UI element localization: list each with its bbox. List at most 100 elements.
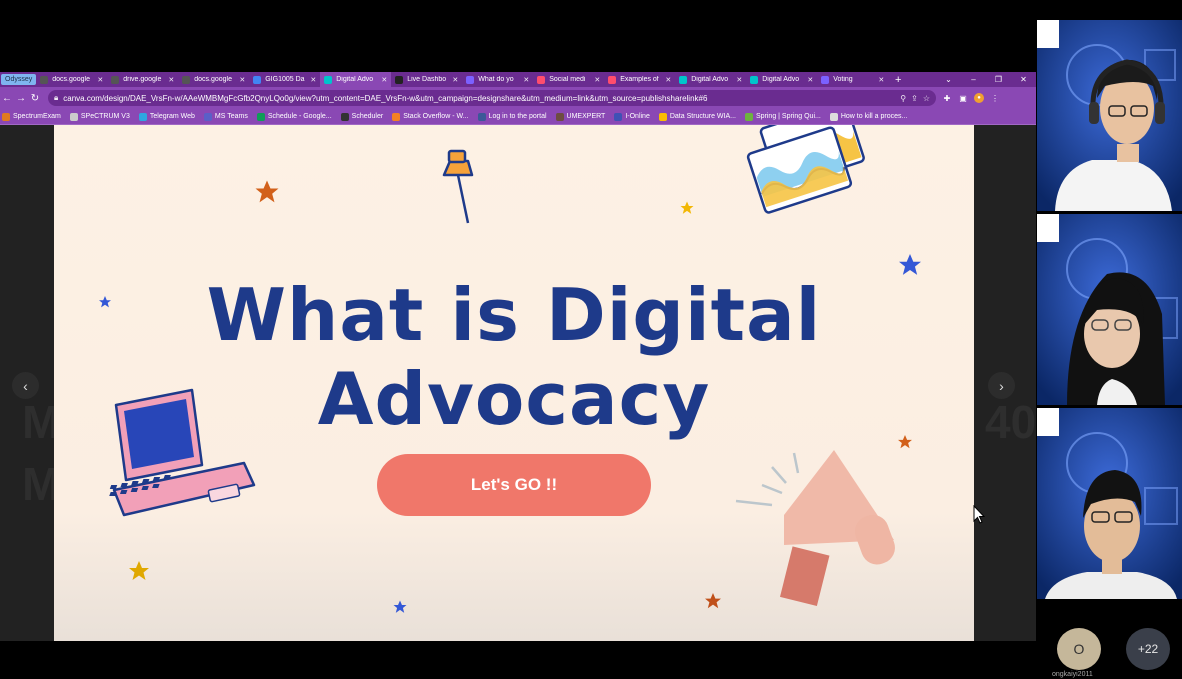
bookmark-item[interactable]: MS Teams <box>203 112 248 121</box>
bookmark-label: I-Online <box>625 113 650 120</box>
profile-chip[interactable]: Odyssey <box>1 74 37 85</box>
browser-tab[interactable]: docs.google ✕ <box>178 72 249 87</box>
bookmark-item[interactable]: Spring | Spring Qui... <box>744 112 821 121</box>
participant-video <box>1037 20 1182 211</box>
university-logo <box>1037 408 1059 436</box>
background-ghost-text: 40 <box>985 396 1036 448</box>
tab-search-icon[interactable]: ⌄ <box>936 75 961 84</box>
participant-video <box>1037 214 1182 405</box>
bookmark-item[interactable]: I-Online <box>614 112 650 121</box>
bookmark-item[interactable]: How to kill a proces... <box>829 112 907 121</box>
tab-close-icon[interactable]: ✕ <box>594 76 600 84</box>
minimize-icon[interactable]: – <box>961 75 986 84</box>
menu-kebab-icon[interactable]: ⋮ <box>990 93 1000 103</box>
participant-video-tile[interactable] <box>1037 214 1182 405</box>
tab-favicon-icon <box>466 75 475 84</box>
shared-screen: Odyssey docs.google ✕ drive.google ✕ docs.go… <box>0 72 1036 641</box>
participant-video <box>1037 408 1182 599</box>
participant-avatar[interactable]: O <box>1057 628 1101 670</box>
bookmark-favicon-icon <box>658 112 667 121</box>
reload-icon[interactable]: ↻ <box>28 93 42 104</box>
tab-close-icon[interactable]: ✕ <box>878 76 884 84</box>
bookmark-label: Spring | Spring Qui... <box>755 113 821 120</box>
address-bar-row: ← → ↻ 🔒︎ canva.com/design/DAE_VrsFn-w/AA… <box>0 87 1036 109</box>
browser-tab[interactable]: GIG1005 Da ✕ <box>249 72 320 87</box>
tab-close-icon[interactable]: ✕ <box>452 76 458 84</box>
bookmark-item[interactable]: Scheduler <box>340 112 383 121</box>
tab-favicon-icon <box>821 75 830 84</box>
browser-tab[interactable]: docs.google ✕ <box>36 72 107 87</box>
share-icon[interactable]: ⇪ <box>911 94 918 103</box>
new-tab-button[interactable]: + <box>888 74 908 86</box>
browser-tab[interactable]: Digital Advo ✕ <box>675 72 746 87</box>
bookmark-item[interactable]: Telegram Web <box>138 112 195 121</box>
bookmark-item[interactable]: UMEXPERT <box>555 112 606 121</box>
browser-tab[interactable]: drive.google ✕ <box>107 72 178 87</box>
chevron-left-icon: ‹ <box>23 377 28 394</box>
extensions-icon[interactable]: ✚ <box>942 93 952 103</box>
bookmark-favicon-icon <box>392 112 401 121</box>
participant-name-label: ongkaiyi2011 <box>1052 671 1093 678</box>
tab-close-icon[interactable]: ✕ <box>807 76 813 84</box>
tab-close-icon[interactable]: ✕ <box>97 76 103 84</box>
forward-icon[interactable]: → <box>14 93 28 104</box>
browser-tab[interactable]: Digital Advo ✕ <box>746 72 817 87</box>
zoom-icon[interactable]: ⚲ <box>900 94 906 103</box>
lets-go-button[interactable]: Let's GO !! <box>377 454 651 516</box>
restore-icon[interactable]: ❐ <box>986 75 1011 84</box>
url-text[interactable]: canva.com/design/DAE_VrsFn-w/AAeWMBMgFcG… <box>63 94 895 103</box>
bookmark-label: Schedule - Google... <box>267 113 332 120</box>
pushpin-illustration <box>442 149 474 224</box>
tab-title: Social medi <box>549 76 586 83</box>
profile-avatar-icon[interactable]: ● <box>974 93 984 103</box>
tab-favicon-icon <box>395 75 404 84</box>
omnibox[interactable]: 🔒︎ canva.com/design/DAE_VrsFn-w/AAeWMBMg… <box>48 90 936 106</box>
browser-tab[interactable]: Voting ✕ <box>817 72 888 87</box>
bookmark-favicon-icon <box>477 112 486 121</box>
participant-video-tile[interactable] <box>1037 20 1182 211</box>
bookmark-favicon-icon <box>203 112 212 121</box>
tab-close-icon[interactable]: ✕ <box>736 76 742 84</box>
previous-slide-button[interactable]: ‹ <box>12 372 39 399</box>
lock-icon[interactable]: 🔒︎ <box>54 93 58 103</box>
bookmark-item[interactable]: Data Structure WIA... <box>658 112 736 121</box>
tab-favicon-icon <box>750 75 759 84</box>
bookmark-label: SPeCTRUM V3 <box>80 113 130 120</box>
tab-close-icon[interactable]: ✕ <box>239 76 245 84</box>
back-icon[interactable]: ← <box>0 93 14 104</box>
bookmark-item[interactable]: Schedule - Google... <box>256 112 332 121</box>
tab-list: docs.google ✕ drive.google ✕ docs.google ✕ GIG… <box>36 72 888 87</box>
close-window-icon[interactable]: ✕ <box>1011 75 1036 84</box>
bookmark-favicon-icon <box>555 112 564 121</box>
browser-tab[interactable]: Social medi ✕ <box>533 72 604 87</box>
browser-tab[interactable]: Examples of ✕ <box>604 72 675 87</box>
bookmark-label: UMEXPERT <box>566 113 606 120</box>
canva-viewer: M M 40 What is Digital Advocacy Let's GO… <box>0 125 1036 641</box>
next-slide-button[interactable]: › <box>988 372 1015 399</box>
bookmark-favicon-icon <box>2 112 10 121</box>
bookmark-item[interactable]: SpectrumExam <box>2 112 61 121</box>
tab-close-icon[interactable]: ✕ <box>381 76 387 84</box>
tab-close-icon[interactable]: ✕ <box>168 76 174 84</box>
participant-video-tile[interactable] <box>1037 408 1182 599</box>
bookmark-label: SpectrumExam <box>13 113 61 120</box>
bookmark-star-icon[interactable]: ☆ <box>923 94 930 103</box>
tab-close-icon[interactable]: ✕ <box>523 76 529 84</box>
tab-title: drive.google <box>123 76 162 83</box>
bookmark-item[interactable]: Stack Overflow - W... <box>392 112 469 121</box>
bookmark-item[interactable]: SPeCTRUM V3 <box>69 112 130 121</box>
more-participants-button[interactable]: +22 <box>1126 628 1170 670</box>
sidepanel-icon[interactable]: ▣ <box>958 93 968 103</box>
tab-title: What do yo <box>478 76 514 83</box>
tab-close-icon[interactable]: ✕ <box>310 76 316 84</box>
tab-favicon-icon <box>182 75 191 84</box>
browser-tab[interactable]: Digital Advo ✕ <box>320 72 392 87</box>
bookmark-item[interactable]: Log in to the portal <box>477 112 547 121</box>
browser-tab[interactable]: Live Dashbo ✕ <box>391 72 462 87</box>
browser-tab[interactable]: What do yo ✕ <box>462 72 533 87</box>
slide-title-line-2: Advocacy <box>317 357 711 441</box>
screen-root: Odyssey docs.google ✕ drive.google ✕ docs.go… <box>0 0 1182 679</box>
tab-close-icon[interactable]: ✕ <box>665 76 671 84</box>
tab-favicon-icon <box>253 75 262 84</box>
university-logo <box>1037 20 1059 48</box>
